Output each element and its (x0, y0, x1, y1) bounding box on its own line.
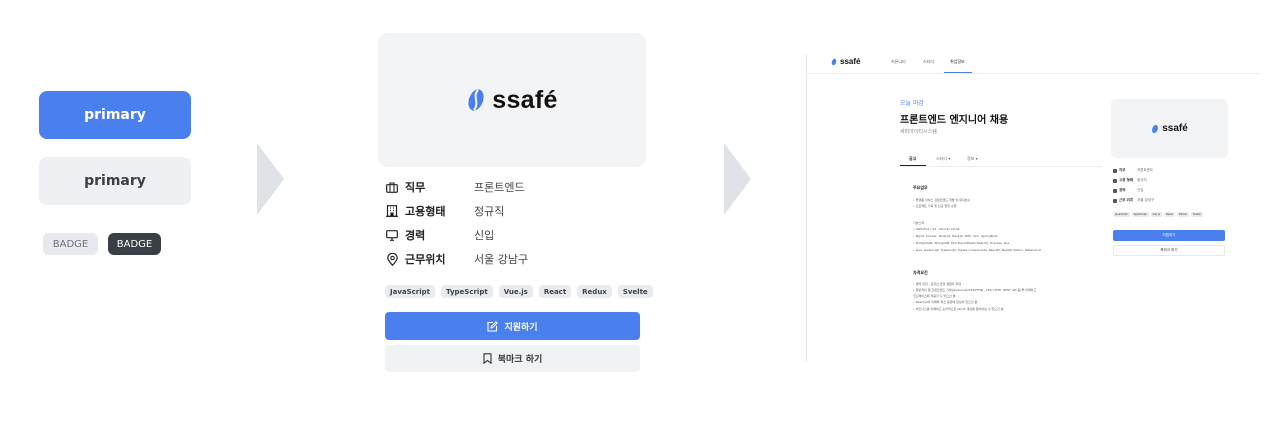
info-label: 경력 (405, 229, 426, 242)
coffee-bean-icon (468, 89, 484, 111)
bookmark-icon (483, 353, 492, 364)
location-pin-icon (385, 252, 399, 266)
nav-active-indicator (944, 72, 972, 73)
nav-tab-community[interactable]: 커뮤니티 (891, 59, 906, 65)
building-icon (1113, 178, 1117, 183)
tag: TypeScript (441, 285, 493, 298)
desc-line: • 비즈니스를 이해하고 논리적으로 UI/UX 개선에 참여하실 수 있으신 … (913, 307, 1004, 311)
tag: Svelte (617, 285, 653, 298)
side-info-value: 정규직 (1137, 178, 1147, 182)
info-row-job: 직무 프론트엔드 (385, 177, 645, 197)
tag: React (1164, 212, 1176, 217)
subtab-posting[interactable]: 공고 (909, 156, 916, 162)
nav-tab-jobs[interactable]: 취업정보 (950, 59, 965, 65)
desc-line: • 경력 무관 · 포지션 관련 경험자 우대 (913, 282, 962, 286)
desc-line: • 플랫폼 서비스 프론트엔드 개발 및 유지보수 (913, 198, 971, 202)
subtab-active-indicator (900, 165, 926, 166)
coffee-bean-icon (1152, 124, 1159, 133)
side-info-value: 서울 강남구 (1137, 198, 1155, 202)
info-value: 서울 강남구 (474, 253, 529, 266)
info-label: 근무위치 (405, 253, 446, 266)
monitor-icon (385, 228, 399, 242)
badge-light-sample: BADGE (43, 233, 98, 255)
info-value: 프론트엔드 (474, 181, 525, 194)
nav-tab-study[interactable]: 스터디 (923, 59, 934, 65)
section-title: 주요업무 (913, 185, 928, 190)
logo-text: ssafé (492, 85, 558, 114)
desc-line: 코드베이스에 적용할 수 있으신 분 (913, 294, 956, 298)
side-info-label: 경력 (1119, 188, 1126, 192)
job-description: 주요업무 • 플랫폼 서비스 프론트엔드 개발 및 유지보수 • 프로젝트 기획… (900, 176, 1102, 326)
tag: TypeScript (1131, 212, 1149, 217)
info-label: 고용형태 (405, 205, 446, 218)
edit-icon (487, 320, 499, 332)
side-info-row: 경력 신입 (1113, 188, 1223, 193)
tech-tags: JavaScript TypeScript Vue.js React Redux… (385, 285, 653, 298)
section-title: 자격요건 (913, 270, 928, 275)
side-info-value: 프론트엔드 (1137, 168, 1154, 172)
info-label: 직무 (405, 181, 426, 194)
tag: Redux (1177, 212, 1189, 217)
primary-button-sample[interactable]: primary (39, 91, 191, 139)
side-info-row: 직무 프론트엔드 (1113, 168, 1223, 173)
nav-logo[interactable]: ssafé (831, 57, 860, 66)
job-title: 프론트엔드 엔지니어 채용 (900, 115, 1009, 126)
side-company-logo: ssafé (1111, 99, 1228, 158)
info-row-location: 근무위치 서울 강남구 (385, 249, 645, 269)
desc-line: • Java, Javascript, Typescript, Styled-c… (913, 248, 1042, 252)
tag: JavaScript (385, 285, 436, 298)
desc-line: • Nginx, Docker, Node.JS, Nest.JS, PM2, … (913, 234, 998, 238)
company-logo: ssafé (378, 33, 646, 167)
tag: Vue.js (498, 285, 533, 298)
briefcase-icon (1113, 168, 1117, 173)
desc-line: • 일반적인 웹 프론트엔드 기술(Javascript/CSS/HTML, C… (913, 288, 1037, 292)
desc-line: • AWS EC2 / S3 , Ubuntu 20.04, (913, 227, 961, 231)
building-icon (385, 204, 399, 218)
nav-divider (806, 73, 1260, 74)
side-bookmark-button[interactable]: 북마크 하기 (1113, 245, 1225, 256)
secondary-button-sample[interactable]: primary (39, 157, 191, 205)
side-info-row: 고용 형태 정규직 (1113, 178, 1223, 183)
side-apply-button[interactable]: 지원하기 (1113, 230, 1225, 241)
info-row-employment: 고용형태 정규직 (385, 201, 645, 221)
tag: Svelte (1190, 212, 1203, 217)
tag: Redux (577, 285, 612, 298)
badge-dark-sample: BADGE (108, 233, 161, 255)
desc-line: • PostgreSQL, MongoDB, ELK Stack(Elastic… (913, 241, 1010, 245)
tag: React (538, 285, 572, 298)
bookmark-button[interactable]: 북마크 하기 (385, 345, 640, 372)
nav-logo-text: ssafé (840, 57, 861, 66)
side-info-value: 신입 (1137, 188, 1144, 192)
desc-line: • React.js의 이해와 최신 동향에 관심이 있으신 분 (913, 300, 978, 304)
briefcase-icon (385, 180, 399, 194)
side-info-label: 고용 형태 (1119, 178, 1134, 182)
side-info-label: 직무 (1119, 168, 1126, 172)
bookmark-label: 북마크 하기 (497, 355, 543, 365)
subtab-study[interactable]: 스터디 ▾ (936, 156, 950, 162)
tag: Vue.js (1150, 212, 1163, 217)
monitor-icon (1113, 188, 1117, 193)
apply-label: 지원하기 (504, 322, 538, 333)
section-subtitle: 기술스택 (913, 221, 925, 225)
info-value: 정규직 (474, 205, 505, 218)
deadline-label: 오늘 마감 (900, 100, 924, 107)
location-pin-icon (1113, 198, 1117, 203)
tag: JavaScript (1113, 212, 1130, 217)
subtab-divider (900, 166, 1102, 167)
side-info-label: 근무 위치 (1119, 198, 1134, 202)
side-tech-tags: JavaScript TypeScript Vue.js React Redux… (1113, 212, 1203, 217)
company-name[interactable]: 싸피아이티시스템 (900, 128, 937, 135)
side-logo-text: ssafé (1162, 123, 1188, 134)
info-row-career: 경력 신입 (385, 225, 645, 245)
desc-line: • 프로젝트 기획 및 신규 업무 수행 (913, 204, 957, 208)
subtab-info[interactable]: 정보 ▾ (967, 156, 978, 162)
side-info-row: 근무 위치 서울 강남구 (1113, 198, 1223, 203)
coffee-bean-icon (831, 58, 837, 65)
info-value: 신입 (474, 229, 495, 242)
arrow-right-icon (257, 143, 284, 215)
arrow-right-icon (724, 143, 751, 215)
apply-button[interactable]: 지원하기 (385, 312, 640, 340)
